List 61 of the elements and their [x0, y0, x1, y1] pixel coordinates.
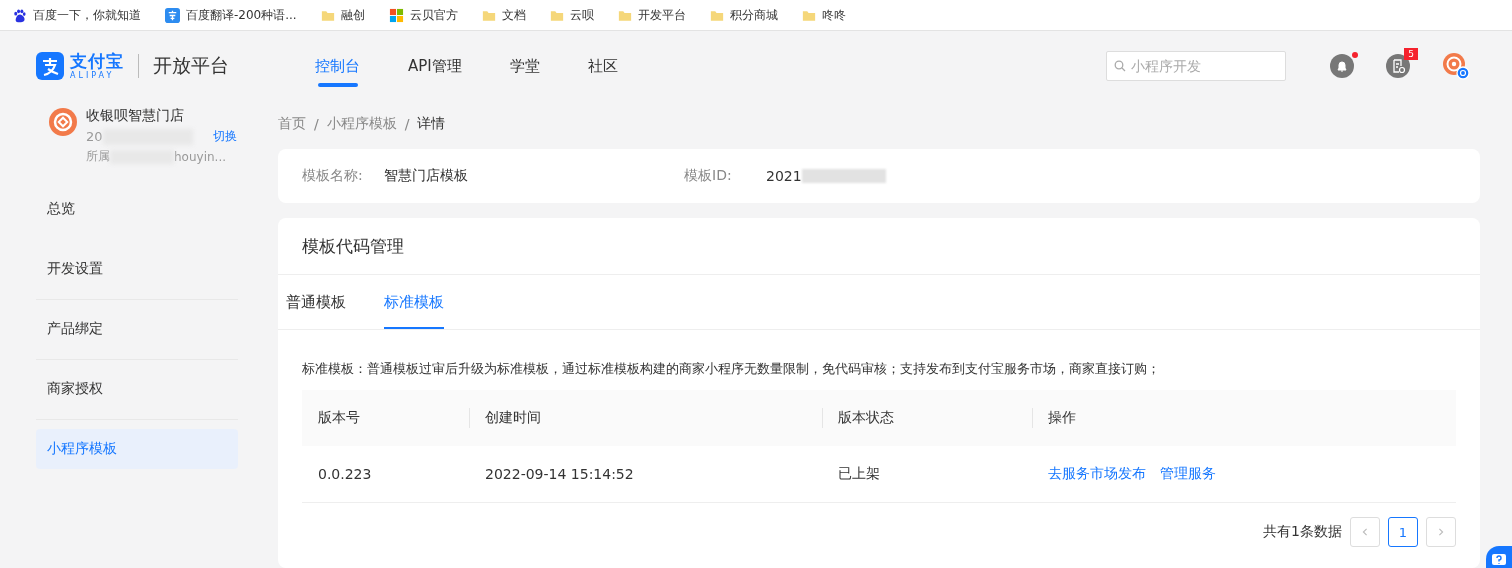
nav-tab[interactable]: API管理 [384, 31, 486, 101]
paw-icon [12, 7, 27, 23]
help-icon [1491, 552, 1507, 568]
tiles-icon [388, 7, 404, 23]
field-value: 2021 [766, 168, 802, 184]
switch-link[interactable]: 切换 [212, 128, 237, 145]
bookmark-link[interactable]: 开发平台 [617, 6, 686, 24]
document-icon[interactable] [1386, 54, 1410, 78]
notification-dot [1352, 52, 1358, 58]
bookmark-link[interactable]: 积分商城 [709, 6, 778, 24]
bookmark-link[interactable]: 百度翻译-200种语... [165, 6, 297, 24]
action-link[interactable]: 管理服务 [1160, 465, 1216, 483]
owner-label: 所属 [86, 148, 110, 165]
nav-tab[interactable]: 学堂 [485, 31, 564, 101]
field-value: 智慧门店模板 [384, 167, 468, 185]
sidebar-item[interactable]: 开发设置 [36, 249, 238, 289]
sidebar-item[interactable]: 总览 [36, 189, 238, 229]
chevron-left-icon [1361, 528, 1369, 536]
bell-icon[interactable] [1330, 54, 1354, 78]
help-button[interactable] [1486, 546, 1512, 568]
nav-tab[interactable]: 社区 [563, 31, 642, 101]
breadcrumb-separator: / [314, 116, 319, 132]
bookmark-link[interactable]: 咚咚 [801, 6, 846, 24]
avatar-icon[interactable] [1442, 52, 1470, 80]
shop-logo-icon [48, 107, 78, 137]
sidebar-item[interactable]: 商家授权 [36, 369, 238, 409]
shop-name: 收银呗智慧门店 [86, 107, 185, 125]
bookmark-link[interactable]: 百度一下，你就知道 [12, 6, 141, 24]
column-header: 版本状态 [822, 390, 1032, 446]
section-title: 模板代码管理 [278, 218, 1480, 275]
sidebar-item[interactable]: 产品绑定 [36, 309, 238, 349]
page-button[interactable]: 1 [1388, 517, 1418, 547]
translate-icon [165, 7, 180, 23]
alipay-logo[interactable]: 支付宝 ALIPAY 开放平台 [36, 52, 229, 80]
table-cell: 2022-09-14 15:14:52 [469, 446, 822, 503]
action-link[interactable]: 去服务市场发布 [1048, 465, 1146, 483]
tab[interactable]: 普通模板 [286, 275, 346, 329]
table-cell: 已上架 [822, 446, 1032, 503]
total-count: 共有1条数据 [1263, 523, 1342, 541]
field-label: 模板名称: [302, 167, 364, 185]
column-header: 创建时间 [469, 390, 822, 446]
alipay-icon [36, 52, 64, 80]
account-id: 20 [86, 129, 103, 144]
column-header: 版本号 [302, 390, 469, 446]
bookmark-link[interactable]: 文档 [481, 6, 526, 24]
description-text: 标准模板：普通模板过审后升级为标准模板，通过标准模板构建的商家小程序无数量限制，免代码审核；支持发布到支付宝服务市场，商家直接订购； [301, 360, 1161, 378]
nav-tab[interactable]: 控制台 [291, 31, 384, 101]
field-label: 模板ID: [684, 167, 733, 185]
bookmark-link[interactable]: 融创 [320, 6, 365, 24]
chevron-right-icon [1437, 528, 1445, 536]
sidebar-item[interactable]: 小程序模板 [36, 429, 238, 469]
owner-account: houyin... [174, 149, 227, 164]
breadcrumb-separator: / [404, 116, 410, 132]
column-header: 操作 [1032, 390, 1456, 446]
bookmark-link[interactable]: 云贝官方 [388, 6, 458, 24]
breadcrumb-current: 详情 [417, 115, 446, 133]
count-badge: 5 [1404, 48, 1418, 60]
table-cell: 0.0.223 [302, 446, 469, 503]
tab[interactable]: 标准模板 [384, 275, 444, 329]
search-field[interactable]: 小程序开发 [1106, 51, 1286, 81]
bookmark-link[interactable]: 云呗 [549, 6, 594, 24]
